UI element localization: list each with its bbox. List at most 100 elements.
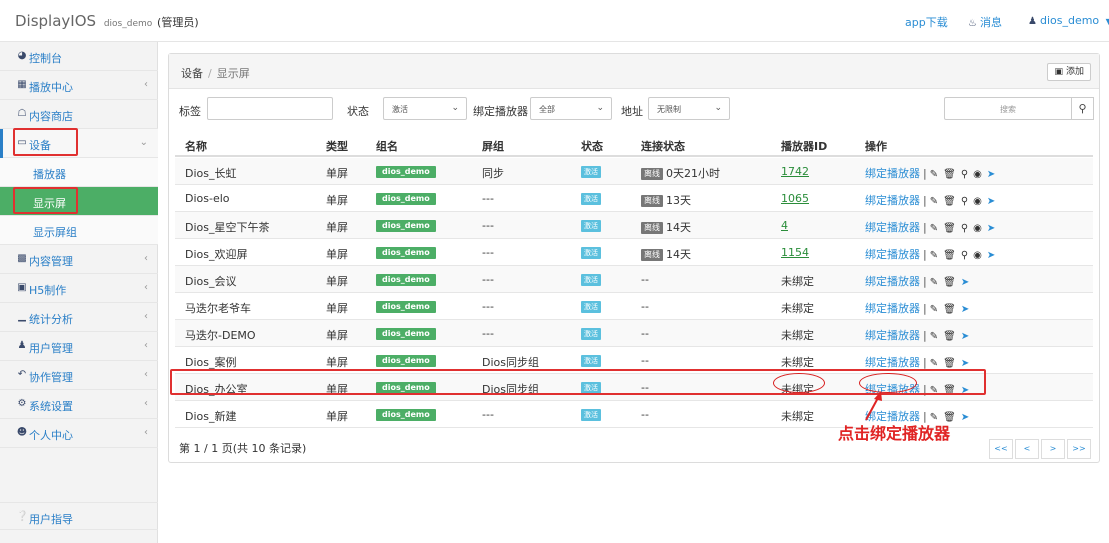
bind-player-link[interactable]: 绑定播放器 [865, 194, 920, 207]
action-separator: | [923, 194, 927, 207]
player-id-link[interactable]: 4 [781, 219, 788, 232]
sidebar-item-label: 统计分析 [29, 313, 73, 326]
player-id-unbound: 未绑定 [781, 356, 814, 369]
sidebar-item-statistics[interactable]: ▁ 统计分析 ‹ [0, 303, 158, 332]
table-row: Dios_星空下午茶 单屏 dios_demo --- 激活 离线 14天 4 绑定播放器 | ✎ 🗑… [175, 212, 1093, 239]
sidebar-item-system-settings[interactable]: ⚙ 系统设置 ‹ [0, 390, 158, 419]
sidebar-item-h5[interactable]: ▣ H5制作 ‹ [0, 274, 158, 303]
trash-icon[interactable]: 🗑 [943, 196, 956, 207]
player-id-link[interactable]: 1154 [781, 246, 809, 259]
breadcrumb-root[interactable]: 设备 [181, 67, 203, 80]
sidebar-item-display-groups[interactable]: 显示屏组 [0, 216, 158, 245]
trash-icon[interactable]: 🗑 [943, 223, 956, 234]
connection-text: -- [641, 354, 649, 367]
pager-first[interactable]: << [989, 439, 1013, 459]
player-id-unbound: 未绑定 [781, 302, 814, 315]
bind-player-link[interactable]: 绑定播放器 [865, 329, 920, 342]
table-row: 马迭尔老爷车 单屏 dios_demo --- 激活 -- 未绑定 绑定播放器 | ✎ 🗑 ➤ [175, 293, 1093, 320]
trash-icon[interactable]: 🗑 [943, 385, 956, 396]
cell-name: Dios_长虹 [185, 167, 237, 180]
tag-filter-input[interactable] [207, 97, 333, 120]
search-button[interactable]: ⚲ [1072, 97, 1094, 120]
sidebar-item-devices[interactable]: ▭ 设备 ⌄ [0, 129, 158, 158]
sidebar-item-label: 用户管理 [29, 342, 73, 355]
send-icon[interactable]: ➤ [987, 196, 995, 207]
cell-screen-group: --- [482, 246, 494, 259]
edit-icon[interactable]: ✎ [930, 250, 938, 261]
add-button[interactable]: ▣ 添加 [1047, 63, 1091, 81]
user-menu[interactable]: ♟ dios_demo ▼ [1028, 14, 1109, 27]
edit-icon[interactable]: ✎ [930, 385, 938, 396]
send-icon[interactable]: ➤ [987, 169, 995, 180]
edit-icon[interactable]: ✎ [930, 358, 938, 369]
trash-icon[interactable]: 🗑 [943, 250, 956, 261]
edit-icon[interactable]: ✎ [930, 223, 938, 234]
camera-icon[interactable]: ◉ [973, 196, 982, 207]
player-id-unbound: 未绑定 [781, 410, 814, 423]
app-download-link[interactable]: app下载 [905, 14, 948, 30]
pin-icon[interactable]: ⚲ [961, 250, 968, 261]
trash-icon[interactable]: 🗑 [943, 331, 956, 342]
address-filter-select[interactable]: 无限制 ⌄ [648, 97, 730, 120]
player-filter-select[interactable]: 全部 ⌄ [530, 97, 612, 120]
search-input[interactable]: 搜索 [944, 97, 1072, 120]
camera-icon[interactable]: ◉ [973, 169, 982, 180]
send-icon[interactable]: ➤ [987, 223, 995, 234]
chevron-down-icon: ⌄ [714, 103, 722, 113]
cell-connection: -- [641, 300, 649, 313]
messages-link[interactable]: ♨ 消息 [968, 14, 1002, 30]
sidebar-item-players[interactable]: 播放器 [0, 158, 158, 187]
edit-icon[interactable]: ✎ [930, 304, 938, 315]
connection-text: -- [641, 300, 649, 313]
bind-player-link[interactable]: 绑定播放器 [865, 302, 920, 315]
status-filter-select[interactable]: 激活 ⌄ [383, 97, 467, 120]
bind-player-link[interactable]: 绑定播放器 [865, 221, 920, 234]
pager-next[interactable]: > [1041, 439, 1065, 459]
player-id-link[interactable]: 1065 [781, 192, 809, 205]
pagination-info: 第 1 / 1 页(共 10 条记录) [179, 442, 307, 455]
send-icon[interactable]: ➤ [961, 358, 969, 369]
user-guide-link[interactable]: ❔ 用户指导 [0, 502, 158, 530]
send-icon[interactable]: ➤ [961, 304, 969, 315]
player-filter-value: 全部 [539, 105, 555, 114]
send-icon[interactable]: ➤ [987, 250, 995, 261]
sidebar-item-collaboration[interactable]: ↶ 协作管理 ‹ [0, 361, 158, 390]
sidebar-item-user-management[interactable]: ♟ 用户管理 ‹ [0, 332, 158, 361]
cell-name: 马迭尔老爷车 [185, 302, 251, 315]
pin-icon[interactable]: ⚲ [961, 196, 968, 207]
pin-icon[interactable]: ⚲ [961, 223, 968, 234]
pin-icon[interactable]: ⚲ [961, 169, 968, 180]
sidebar-item-personal-center[interactable]: ☻ 个人中心 ‹ [0, 419, 158, 448]
edit-icon[interactable]: ✎ [930, 331, 938, 342]
send-icon[interactable]: ➤ [961, 385, 969, 396]
bind-player-link[interactable]: 绑定播放器 [865, 275, 920, 288]
trash-icon[interactable]: 🗑 [943, 358, 956, 369]
player-id-link[interactable]: 1742 [781, 165, 809, 178]
trash-icon[interactable]: 🗑 [943, 277, 956, 288]
sidebar-item-playback-center[interactable]: ▦ 播放中心 ‹ [0, 71, 158, 100]
bind-player-link[interactable]: 绑定播放器 [865, 167, 920, 180]
camera-icon[interactable]: ◉ [973, 250, 982, 261]
tag-filter-label: 标签 [179, 105, 201, 118]
send-icon[interactable]: ➤ [961, 331, 969, 342]
group-badge: dios_demo [376, 382, 436, 394]
sidebar-item-content-store[interactable]: ☖ 内容商店 [0, 100, 158, 129]
bind-player-link[interactable]: 绑定播放器 [865, 248, 920, 261]
edit-icon[interactable]: ✎ [930, 196, 938, 207]
pager-prev[interactable]: < [1015, 439, 1039, 459]
send-icon[interactable]: ➤ [961, 412, 969, 423]
trash-icon[interactable]: 🗑 [943, 304, 956, 315]
trash-icon[interactable]: 🗑 [943, 169, 956, 180]
camera-icon[interactable]: ◉ [973, 223, 982, 234]
edit-icon[interactable]: ✎ [930, 277, 938, 288]
sidebar-item-content-management[interactable]: ▩ 内容管理 ‹ [0, 245, 158, 274]
edit-icon[interactable]: ✎ [930, 169, 938, 180]
add-button-label: 添加 [1065, 67, 1084, 77]
app-brand[interactable]: DisplayIOS dios_demo (管理员) [15, 12, 199, 30]
sidebar-item-displays[interactable]: 显示屏 [0, 187, 158, 216]
pager-last[interactable]: >> [1067, 439, 1091, 459]
sidebar-item-dashboard[interactable]: ◕ 控制台 [0, 42, 158, 71]
send-icon[interactable]: ➤ [961, 277, 969, 288]
cell-type: 单屏 [326, 356, 348, 369]
bind-player-link[interactable]: 绑定播放器 [865, 356, 920, 369]
